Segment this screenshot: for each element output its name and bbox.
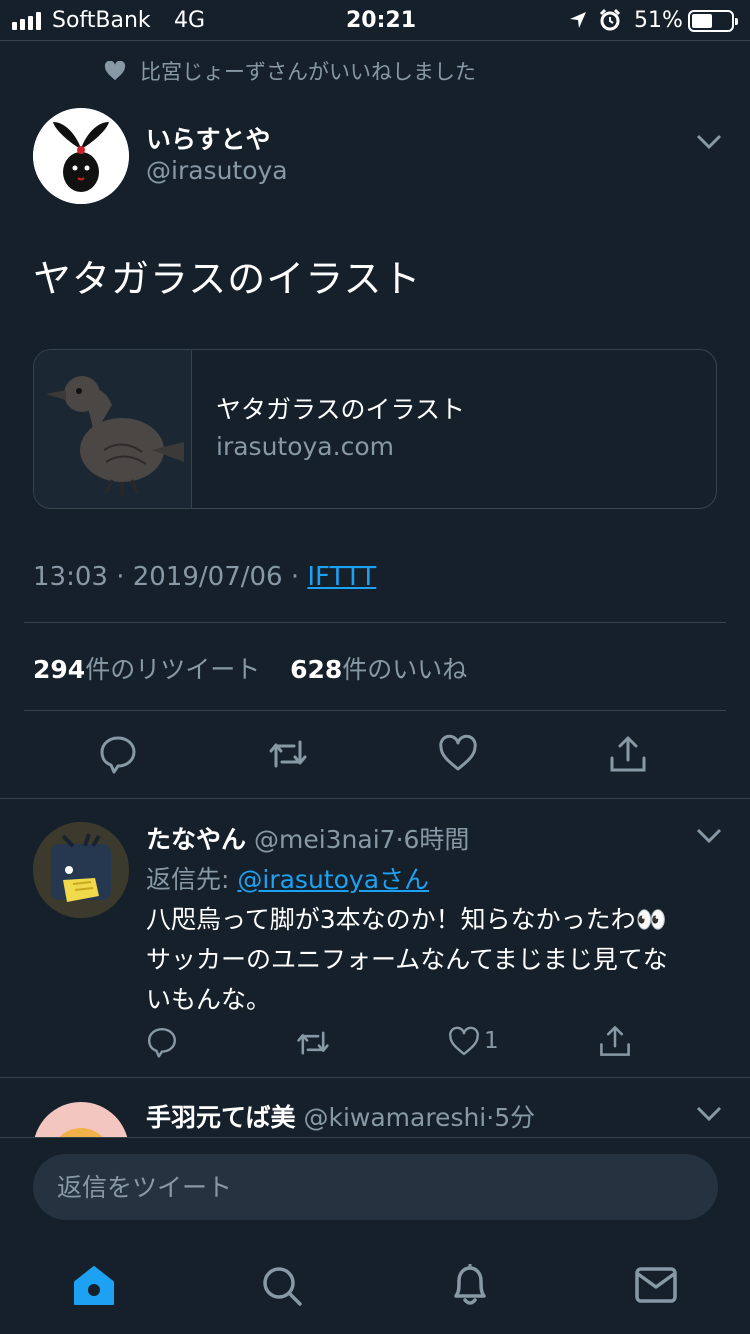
reply-header: 手羽元てば美 @kiwamareshi·5分 (146, 1098, 535, 1134)
reply-icon[interactable] (98, 734, 138, 774)
retweet-count: 294 (33, 655, 86, 684)
retweet-icon[interactable] (296, 1026, 330, 1060)
reply-avatar[interactable] (33, 822, 129, 918)
tweet-metadata: 13:03 · 2019/07/06 · IFTTT (33, 562, 376, 592)
divider (24, 710, 726, 711)
retweet-icon[interactable] (268, 734, 308, 774)
reply-text: 八咫烏って脚が3本なのか！知らなかったわ👀 サッカーのユニフォームなんてまじまじ… (146, 900, 706, 1020)
divider (0, 798, 750, 799)
reply-like-count: 1 (484, 1028, 499, 1054)
status-divider (0, 40, 750, 41)
reply-handle[interactable]: @kiwamareshi (303, 1103, 486, 1132)
chevron-down-icon[interactable] (696, 134, 722, 150)
reply-handle[interactable]: @mei3nai7 (254, 825, 396, 854)
author-avatar[interactable] (33, 108, 129, 204)
liked-by-text: 比宮じょーずさんがいいねしました (140, 60, 476, 84)
irasutoya-logo-icon (33, 108, 129, 204)
reply-to-link[interactable]: @irasutoyaさん (237, 865, 429, 894)
battery-icon (688, 10, 738, 32)
meta-separator: · (116, 562, 125, 592)
messages-icon[interactable] (634, 1266, 678, 1304)
reply-text-line: サッカーのユニフォームなんてまじまじ見てな (146, 945, 668, 974)
tweet-text: ヤタガラスのイラスト (33, 257, 422, 301)
like-count: 628 (290, 655, 343, 684)
notifications-icon[interactable] (448, 1262, 492, 1308)
home-icon[interactable] (72, 1264, 116, 1308)
author-display-name[interactable]: いらすとや (146, 120, 271, 156)
card-title: ヤタガラスのイラスト (216, 395, 466, 424)
reply-icon[interactable] (146, 1026, 178, 1058)
reply-header: たなやん @mei3nai7·6時間 (146, 820, 469, 856)
like-stat[interactable]: 628件のいいね (290, 655, 467, 684)
like-icon[interactable] (448, 1026, 480, 1058)
tweet-time: 13:03 (33, 562, 108, 592)
status-bar: SoftBank 4G 20:21 51% (0, 0, 750, 40)
reply-display-name[interactable]: たなやん (146, 825, 246, 854)
crow-thumbnail (34, 350, 192, 508)
author-handle[interactable]: @irasutoya (146, 156, 288, 185)
search-icon[interactable] (260, 1264, 304, 1308)
divider (0, 1137, 750, 1138)
signal-icon (12, 12, 41, 30)
heart-icon (104, 61, 126, 81)
retweet-stat[interactable]: 294件のリツイート (33, 655, 260, 684)
share-icon[interactable] (608, 734, 648, 774)
tweet-stats: 294件のリツイート 628件のいいね (33, 650, 467, 686)
reply-compose[interactable] (33, 1154, 718, 1220)
reply-time: 6時間 (403, 825, 470, 854)
location-icon (570, 12, 586, 28)
liked-by-context: 比宮じょーずさんがいいねしました (104, 56, 476, 86)
tweet-date: 2019/07/06 (132, 562, 283, 592)
chevron-down-icon[interactable] (696, 828, 722, 844)
battery-percent: 51% (634, 8, 683, 33)
like-icon[interactable] (438, 734, 478, 774)
chevron-down-icon[interactable] (696, 1106, 722, 1122)
alarm-icon (599, 8, 621, 31)
network-label: 4G (174, 8, 206, 33)
meta-separator-2: · (290, 562, 300, 592)
retweet-label: 件のリツイート (85, 655, 261, 684)
divider (0, 1077, 750, 1078)
reply-time: 5分 (494, 1103, 536, 1132)
reply-input[interactable] (33, 1154, 718, 1220)
reply-display-name[interactable]: 手羽元てば美 (146, 1103, 296, 1132)
reply-text-line: いもんな。 (146, 985, 272, 1014)
link-card[interactable]: ヤタガラスのイラスト irasutoya.com (33, 349, 717, 509)
like-label: 件のいいね (342, 655, 468, 684)
card-domain: irasutoya.com (216, 432, 394, 461)
reply-meta-dot: · (395, 825, 404, 854)
divider (24, 622, 726, 623)
reply-to-context: 返信先: @irasutoyaさん (146, 860, 429, 896)
clock: 20:21 (346, 8, 417, 33)
carrier-label: SoftBank (52, 8, 151, 33)
share-icon[interactable] (598, 1024, 632, 1058)
tweet-source-link[interactable]: IFTTT (307, 562, 376, 592)
reply-to-label: 返信先: (146, 865, 230, 894)
reply-text-line: 八咫烏って脚が3本なのか！知らなかったわ👀 (146, 905, 667, 934)
